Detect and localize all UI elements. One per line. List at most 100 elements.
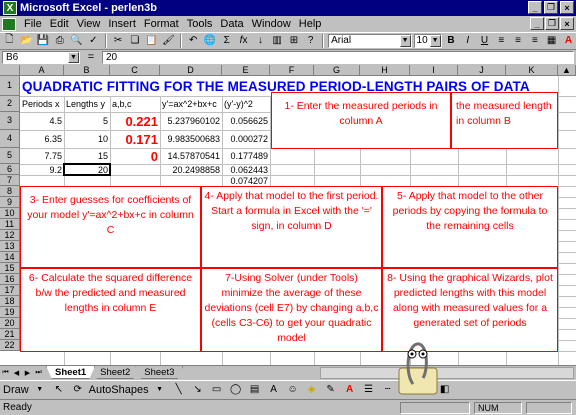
select-objects-icon[interactable]: ↖: [51, 383, 67, 397]
menu-view[interactable]: View: [73, 18, 105, 30]
instruction-step4[interactable]: 4- Apply that model to the first period.…: [201, 186, 382, 268]
fill-color-icon[interactable]: ◈: [304, 383, 320, 397]
doc-restore-button[interactable]: ❐: [545, 17, 559, 30]
first-sheet-icon[interactable]: ⏮: [0, 367, 11, 378]
cell-e7[interactable]: 0.074207: [222, 175, 270, 186]
chevron-down-icon[interactable]: ▼: [152, 383, 168, 397]
column-header-i[interactable]: I: [410, 65, 458, 76]
cell-d4[interactable]: 9.983500683: [160, 130, 222, 148]
row-header-3[interactable]: 3: [0, 112, 20, 130]
free-rotate-icon[interactable]: ⟳: [70, 383, 86, 397]
prev-sheet-icon[interactable]: ◀: [11, 367, 22, 378]
row-header-18[interactable]: 18: [0, 296, 20, 307]
row-header-14[interactable]: 14: [0, 252, 20, 263]
print-preview-icon[interactable]: 🔍: [69, 34, 84, 48]
instruction-step3[interactable]: 3- Enter guesses for coefficients of you…: [20, 186, 201, 268]
undo-icon[interactable]: ↶: [186, 34, 201, 48]
row-header-16[interactable]: 16: [0, 274, 20, 285]
row-header-13[interactable]: 13: [0, 241, 20, 252]
row-header-17[interactable]: 17: [0, 285, 20, 296]
row-header-1[interactable]: 1: [0, 76, 20, 96]
instruction-step7[interactable]: 7-Using Solver (under Tools) minimize th…: [201, 268, 382, 352]
bold-button[interactable]: B: [444, 34, 459, 48]
menu-insert[interactable]: Insert: [104, 18, 140, 30]
last-sheet-icon[interactable]: ⏭: [33, 367, 44, 378]
minimize-button[interactable]: _: [528, 1, 542, 14]
header-sq-diff[interactable]: (y'-y)^2: [222, 96, 270, 112]
cell-a5[interactable]: 7.75: [20, 148, 64, 164]
cell-c3[interactable]: 0.221: [110, 112, 160, 130]
header-model[interactable]: y'=ax^2+bx+c: [160, 96, 222, 112]
new-icon[interactable]: 🗋: [2, 34, 17, 48]
cell-c4[interactable]: 0.171: [110, 130, 160, 148]
save-icon[interactable]: 💾: [36, 34, 51, 48]
row-header-15[interactable]: 15: [0, 263, 20, 274]
excel-icon[interactable]: X: [3, 1, 17, 15]
arrow-icon[interactable]: ↘: [190, 383, 206, 397]
chevron-down-icon[interactable]: ▼: [68, 51, 79, 63]
header-lengths[interactable]: Lengths y: [64, 96, 110, 112]
restore-button[interactable]: ❐: [544, 1, 558, 14]
font-size-select[interactable]: 10 ▼: [413, 33, 442, 48]
row-header-20[interactable]: 20: [0, 318, 20, 329]
tab-sheet2[interactable]: Sheet2: [91, 366, 140, 379]
row-header-5[interactable]: 5: [0, 148, 20, 164]
column-header-f[interactable]: F: [270, 65, 314, 76]
spelling-icon[interactable]: ✓: [86, 34, 101, 48]
row-header-7[interactable]: 7: [0, 175, 20, 186]
rectangle-icon[interactable]: ▭: [209, 383, 225, 397]
format-painter-icon[interactable]: 🖌: [161, 34, 176, 48]
cell-c5[interactable]: 0: [110, 148, 160, 164]
print-icon[interactable]: ⎙: [52, 34, 67, 48]
dash-style-icon[interactable]: ┄: [380, 383, 396, 397]
instruction-step6[interactable]: 6- Calculate the squared difference b/w …: [20, 268, 201, 352]
doc-close-button[interactable]: ×: [560, 17, 574, 30]
row-header-12[interactable]: 12: [0, 230, 20, 241]
cell-e3[interactable]: 0.056625: [222, 112, 270, 130]
column-header-k[interactable]: K: [506, 65, 558, 76]
line-style-icon[interactable]: ☰: [361, 383, 377, 397]
row-header-6[interactable]: 6: [0, 164, 20, 175]
menu-help[interactable]: Help: [295, 18, 326, 30]
cell-d5[interactable]: 14.57870541: [160, 148, 222, 164]
chart-wizard-icon[interactable]: ▥: [270, 34, 285, 48]
autoshapes-menu[interactable]: AutoShapes: [89, 384, 149, 396]
equals-button[interactable]: =: [80, 51, 102, 63]
header-coefficients[interactable]: a,b,c: [110, 96, 160, 112]
instruction-step2[interactable]: the measured length in column B: [451, 92, 558, 149]
cell-a4[interactable]: 6.35: [20, 130, 64, 148]
column-header-j[interactable]: J: [458, 65, 506, 76]
row-header-22[interactable]: 22: [0, 340, 20, 351]
office-assistant-icon[interactable]: [395, 338, 441, 396]
worksheet-grid[interactable]: A B C D E F G H I J K ▲ 1 2 3 4 5 6 7 8 …: [0, 65, 576, 365]
chevron-down-icon[interactable]: ▼: [32, 383, 48, 397]
menu-window[interactable]: Window: [248, 18, 295, 30]
column-header-h[interactable]: H: [360, 65, 410, 76]
instruction-step5[interactable]: 5- Apply that model to the other periods…: [382, 186, 558, 268]
workbook-icon[interactable]: [2, 17, 16, 31]
line-color-icon[interactable]: ✎: [323, 383, 339, 397]
help-icon[interactable]: ?: [303, 34, 318, 48]
cell-d3[interactable]: 5.237960102: [160, 112, 222, 130]
select-all-corner[interactable]: [0, 65, 20, 76]
column-header-c[interactable]: C: [110, 65, 160, 76]
menu-edit[interactable]: Edit: [46, 18, 73, 30]
cell-a6[interactable]: 9.2: [20, 164, 64, 175]
borders-icon[interactable]: ▦: [544, 34, 559, 48]
column-header-g[interactable]: G: [314, 65, 360, 76]
chevron-down-icon[interactable]: ▼: [429, 34, 441, 47]
cell-e6[interactable]: 0.062443: [222, 164, 270, 175]
cut-icon[interactable]: ✂: [111, 34, 126, 48]
sort-asc-icon[interactable]: ↓: [253, 34, 268, 48]
row-header-10[interactable]: 10: [0, 208, 20, 219]
autosum-icon[interactable]: Σ: [219, 34, 234, 48]
tab-sheet3[interactable]: Sheet3: [135, 366, 184, 379]
header-periods[interactable]: Periods x: [20, 96, 64, 112]
textbox-icon[interactable]: ▤: [247, 383, 263, 397]
clipart-icon[interactable]: ☺: [285, 383, 301, 397]
cell-a3[interactable]: 4.5: [20, 112, 64, 130]
row-header-11[interactable]: 11: [0, 219, 20, 230]
align-center-icon[interactable]: ≡: [511, 34, 526, 48]
column-header-b[interactable]: B: [64, 65, 110, 76]
column-header-d[interactable]: D: [160, 65, 222, 76]
